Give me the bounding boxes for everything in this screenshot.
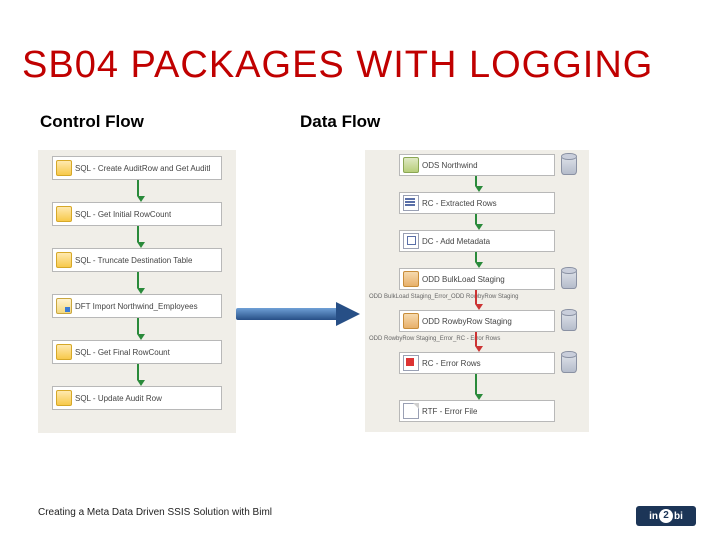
component-label: ODD RowbyRow Staging (422, 317, 512, 326)
task-label: SQL - Get Final RowCount (75, 348, 170, 357)
database-icon (561, 353, 577, 373)
component-box: RC - Extracted Rows (399, 192, 555, 214)
derived-col-icon (403, 233, 419, 249)
logo-badge: 2 (659, 509, 673, 523)
brand-logo: in 2 bi (636, 506, 696, 526)
task-box: SQL - Truncate Destination Table (52, 248, 222, 272)
component-box: DC - Add Metadata (399, 230, 555, 252)
component-box: RTF - Error File (399, 400, 555, 422)
component-box: RC - Error Rows (399, 352, 555, 374)
component-box: ODS Northwind (399, 154, 555, 176)
task-box: SQL - Get Initial RowCount (52, 202, 222, 226)
database-icon (561, 311, 577, 331)
error-path-label: ODD BulkLoad Staging_Error_ODD RowbyRow … (369, 294, 593, 300)
footer-text: Creating a Meta Data Driven SSIS Solutio… (38, 507, 272, 518)
task-box: DFT Import Northwind_Employees (52, 294, 222, 318)
task-label: SQL - Update Audit Row (75, 394, 162, 403)
component-label: ODD BulkLoad Staging (422, 275, 505, 284)
database-icon (561, 155, 577, 175)
source-icon (403, 157, 419, 173)
right-column-heading: Data Flow (300, 112, 380, 132)
slide-title: SB04 PACKAGES WITH LOGGING (22, 44, 653, 87)
task-box: SQL - Create AuditRow and Get AuditI (52, 156, 222, 180)
sql-icon (56, 252, 72, 268)
component-label: RTF - Error File (422, 407, 477, 416)
destination-icon (403, 271, 419, 287)
dataflow-task-icon (56, 298, 72, 314)
big-arrow (236, 302, 362, 326)
component-label: ODS Northwind (422, 161, 478, 170)
error-path-label: ODD RowbyRow Staging_Error_RC - Error Ro… (369, 336, 593, 342)
error-rows-icon (403, 355, 419, 371)
sql-icon (56, 206, 72, 222)
logo-text: in (649, 511, 658, 522)
sql-icon (56, 344, 72, 360)
logo-text: bi (674, 511, 683, 522)
data-flow-canvas: ODS Northwind RC - Extracted Rows DC - A… (365, 150, 589, 432)
component-label: RC - Extracted Rows (422, 199, 497, 208)
task-box: SQL - Get Final RowCount (52, 340, 222, 364)
destination-icon (403, 313, 419, 329)
task-label: SQL - Create AuditRow and Get AuditI (75, 164, 211, 173)
left-column-heading: Control Flow (40, 112, 144, 132)
task-label: SQL - Get Initial RowCount (75, 210, 171, 219)
task-label: SQL - Truncate Destination Table (75, 256, 192, 265)
component-box: ODD RowbyRow Staging (399, 310, 555, 332)
rowcount-icon (403, 195, 419, 211)
component-label: DC - Add Metadata (422, 237, 490, 246)
sql-icon (56, 160, 72, 176)
database-icon (561, 269, 577, 289)
component-box: ODD BulkLoad Staging (399, 268, 555, 290)
control-flow-canvas: SQL - Create AuditRow and Get AuditI SQL… (38, 150, 236, 433)
task-box: SQL - Update Audit Row (52, 386, 222, 410)
task-label: DFT Import Northwind_Employees (75, 302, 198, 311)
component-label: RC - Error Rows (422, 359, 481, 368)
sql-icon (56, 390, 72, 406)
flatfile-icon (403, 403, 419, 419)
